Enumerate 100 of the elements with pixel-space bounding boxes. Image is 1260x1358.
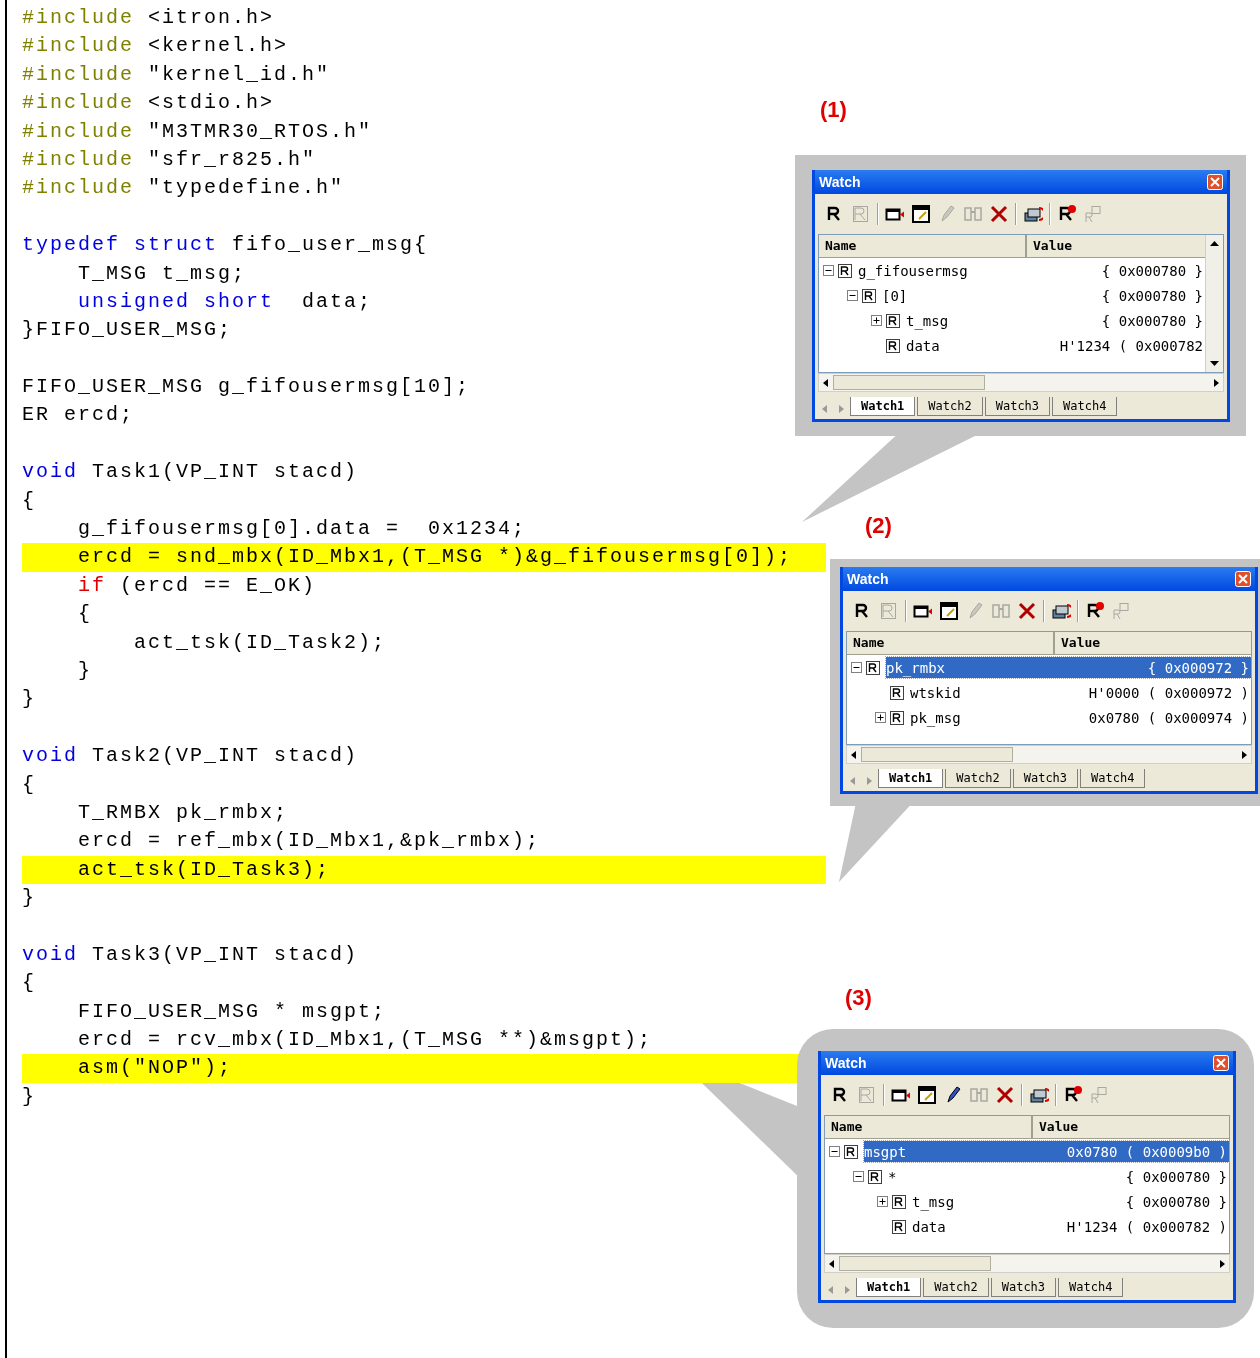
window-title: Watch [847, 571, 889, 587]
code-line: { [22, 970, 37, 997]
window-title: Watch [819, 174, 861, 190]
code-line: } [22, 1083, 37, 1110]
watch-tab[interactable]: Watch4 [1080, 769, 1146, 788]
expand-icon[interactable] [877, 1196, 888, 1207]
watch-tab[interactable]: Watch2 [917, 397, 983, 416]
register-icon [868, 1169, 882, 1184]
edit-window-icon[interactable] [917, 1085, 937, 1105]
horizontal-scrollbar[interactable] [824, 1254, 1230, 1273]
register-icon [838, 263, 852, 278]
collapse-icon[interactable] [829, 1146, 840, 1157]
code-line: void Task3(VP_INT stacd) [22, 941, 360, 968]
code-line: { [22, 771, 37, 798]
code-line: { [22, 487, 37, 514]
register-icon [886, 313, 900, 328]
collapse-icon[interactable] [823, 265, 834, 276]
expand-icon[interactable] [871, 315, 882, 326]
delete-icon[interactable] [989, 204, 1009, 224]
code-line: if (ercd == E_OK) [77, 572, 318, 599]
register-icon [886, 338, 900, 353]
step-label: (2) [865, 512, 893, 540]
vertical-scrollbar[interactable] [1205, 235, 1223, 372]
column-header[interactable]: Name [847, 632, 1055, 654]
code-line: #include <stdio.h> [22, 90, 276, 117]
window-title: Watch [825, 1055, 867, 1071]
watch-row[interactable]: g_fifousermsg { 0x000780 } [858, 260, 1205, 281]
watch-tab[interactable]: Watch3 [1012, 769, 1079, 788]
register-icon [892, 1219, 906, 1234]
code-line: #include "typedefine.h" [22, 175, 346, 202]
delete-icon[interactable] [1017, 601, 1037, 621]
refresh-stack-icon[interactable] [1023, 204, 1043, 224]
register-icon [890, 685, 904, 700]
register-icon [844, 1144, 858, 1159]
watch-row[interactable]: data H'1234 ( 0x000782 [906, 335, 1205, 356]
step-label: (3) [845, 984, 873, 1012]
code-line: } [77, 658, 93, 684]
code-line: void Task2(VP_INT stacd) [22, 743, 360, 770]
watch-row[interactable]: wtskid H'0000 ( 0x000972 ) [910, 682, 1251, 703]
collapse-icon[interactable] [847, 290, 858, 301]
code-line: ercd = rcv_mbx(ID_Mbx1,(T_MSG **)&msgpt); [77, 1027, 654, 1054]
watch-row[interactable]: t_msg { 0x000780 } [912, 1191, 1229, 1212]
code-line: #include "sfr_r825.h" [22, 146, 318, 173]
register-icon [890, 710, 904, 725]
code-line: } [22, 885, 37, 912]
column-header[interactable]: Value [1055, 632, 1251, 654]
register-icon [866, 660, 880, 675]
horizontal-scrollbar[interactable] [846, 745, 1252, 764]
watch-tab[interactable]: Watch3 [990, 1278, 1057, 1297]
watch-row[interactable]: pk_msg 0x0780 ( 0x000974 ) [910, 707, 1251, 728]
watch-tab[interactable]: Watch1 [878, 769, 944, 788]
watch-tab[interactable]: Watch1 [850, 397, 916, 416]
watch-tab[interactable]: Watch2 [923, 1278, 989, 1297]
column-header[interactable]: Value [1033, 1116, 1229, 1138]
column-header[interactable]: Value [1027, 235, 1205, 257]
collapse-icon[interactable] [853, 1171, 864, 1182]
code-line: #include "M3TMR30_RTOS.h" [22, 118, 374, 145]
step-label: (1) [820, 96, 848, 124]
code-line: #include "kernel_id.h" [22, 61, 332, 88]
edit-window-icon[interactable] [911, 204, 931, 224]
column-header[interactable]: Name [819, 235, 1027, 257]
code-line: FIFO_USER_MSG g_fifousermsg[10]; [22, 374, 472, 401]
watch-row[interactable]: msgpt 0x0780 ( 0x0009b0 ) [864, 1141, 1229, 1162]
refresh-stack-icon[interactable] [1029, 1085, 1049, 1105]
column-header[interactable]: Name [825, 1116, 1033, 1138]
close-icon[interactable] [1235, 571, 1251, 587]
watch-tab[interactable]: Watch4 [1052, 397, 1118, 416]
watch-row[interactable]: [0] { 0x000780 } [882, 285, 1205, 306]
close-icon[interactable] [1207, 174, 1223, 190]
watch-tab[interactable]: Watch2 [945, 769, 1011, 788]
code-line: g_fifousermsg[0].data = 0x1234; [77, 516, 528, 543]
register-icon [892, 1194, 906, 1209]
code-line: #include <kernel.h> [22, 33, 290, 60]
watch-row[interactable]: * { 0x000780 } [888, 1166, 1229, 1187]
code-line: { [77, 601, 93, 628]
code-line: unsigned short data; [77, 288, 374, 315]
expand-icon[interactable] [875, 712, 886, 723]
code-line: ER ercd; [22, 402, 135, 429]
code-line: FIFO_USER_MSG * msgpt; [77, 998, 388, 1025]
code-line: typedef struct fifo_user_msg{ [22, 232, 430, 259]
watch-tab[interactable]: Watch3 [984, 397, 1051, 416]
register-icon [862, 288, 876, 303]
code-line: T_RMBX pk_rmbx; [77, 799, 290, 826]
watch-row[interactable]: data H'1234 ( 0x000782 ) [912, 1216, 1229, 1237]
watch-tab[interactable]: Watch4 [1058, 1278, 1124, 1297]
collapse-icon[interactable] [851, 662, 862, 673]
refresh-stack-icon[interactable] [1051, 601, 1071, 621]
watch-row[interactable]: t_msg { 0x000780 } [906, 310, 1205, 331]
code-line: void Task1(VP_INT stacd) [22, 459, 360, 486]
close-icon[interactable] [1213, 1055, 1229, 1071]
code-line: T_MSG t_msg; [77, 260, 248, 287]
delete-icon[interactable] [995, 1085, 1015, 1105]
edit-window-icon[interactable] [939, 601, 959, 621]
code-line: } [22, 686, 37, 713]
horizontal-scrollbar[interactable] [818, 373, 1224, 392]
code-line: ercd = ref_mbx(ID_Mbx1,&pk_rmbx); [77, 828, 542, 855]
code-line: act_tsk(ID_Task2); [133, 629, 388, 656]
code-line: #include <itron.h> [22, 5, 276, 31]
watch-row[interactable]: pk_rmbx { 0x000972 } [886, 657, 1251, 678]
watch-tab[interactable]: Watch1 [856, 1278, 922, 1297]
